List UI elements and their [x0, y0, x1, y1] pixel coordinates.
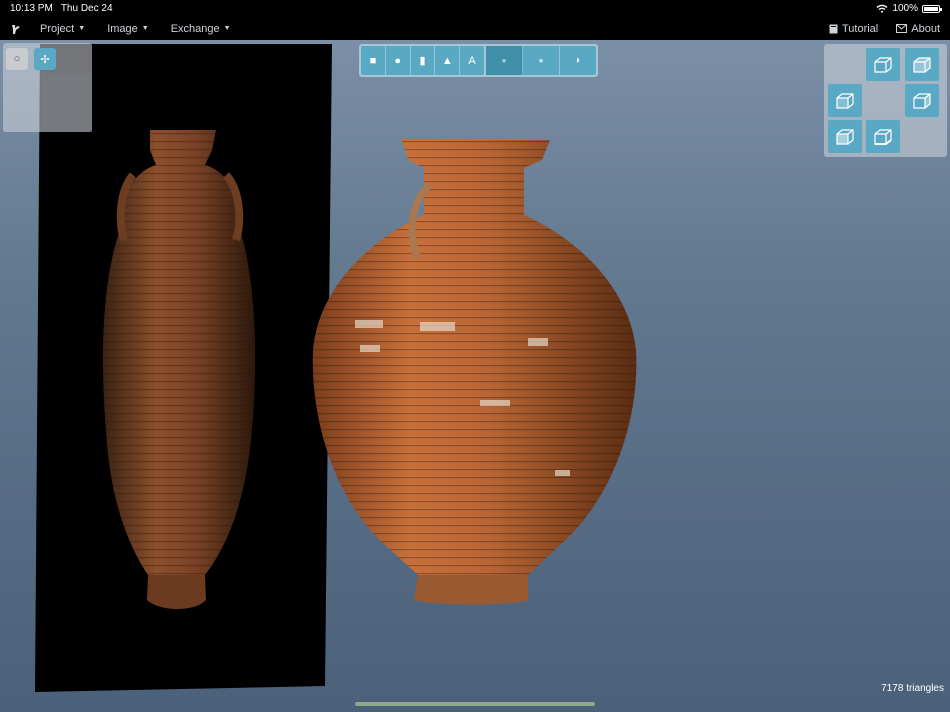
circle-tool-button[interactable]: ○ — [6, 48, 28, 70]
view-right-icon — [913, 92, 931, 109]
view-left-button[interactable] — [828, 84, 862, 117]
move-tool-button[interactable]: ✢ — [34, 48, 56, 70]
menu-image-label: Image — [107, 22, 138, 35]
smooth-shading-button[interactable]: ● — [523, 46, 560, 75]
battery-percent: 100% — [892, 3, 918, 14]
home-indicator[interactable] — [355, 702, 595, 706]
view-top-right-icon — [913, 56, 931, 73]
app-logo-icon[interactable] — [10, 23, 22, 35]
tutorial-link[interactable]: Tutorial — [829, 23, 878, 35]
view-top-right-button[interactable] — [905, 48, 939, 81]
battery-icon — [922, 4, 942, 13]
vase-model — [312, 140, 637, 605]
view-right-button[interactable] — [905, 84, 939, 117]
book-icon — [829, 24, 838, 33]
cone-button[interactable]: ▲ — [435, 46, 461, 75]
status-time: 10:13 PM — [10, 3, 53, 14]
menu-project-label: Project — [40, 22, 75, 35]
sphere-icon: ● — [394, 54, 402, 67]
view-top-button[interactable] — [866, 48, 900, 81]
cylinder-icon: ▮ — [419, 55, 426, 67]
status-date: Thu Dec 24 — [60, 3, 113, 14]
status-right: 100% — [876, 3, 942, 14]
chevron-down-icon: ▼ — [223, 25, 231, 32]
chevron-down-icon: ▼ — [78, 25, 86, 32]
tool-panel: ○ ✢ — [3, 43, 92, 132]
square-button[interactable]: ■ — [361, 46, 386, 75]
menu-exchange-label: Exchange — [170, 22, 220, 35]
image-plane — [35, 44, 332, 692]
menu-right: Tutorial About — [829, 23, 940, 35]
tool-panel-divider — [41, 73, 92, 132]
about-link[interactable]: About — [896, 23, 940, 35]
shading-group: ● ● ◗ — [486, 46, 596, 75]
text-icon: A — [468, 54, 476, 67]
text-button[interactable]: A — [460, 46, 484, 75]
shape-group: ■ ● ▮ ▲ A — [361, 46, 484, 75]
mail-icon — [896, 24, 908, 33]
shape-toolbar: ■ ● ▮ ▲ A ● ● ◗ — [359, 44, 598, 77]
status-bar: 10:13 PM Thu Dec 24 100% — [0, 0, 950, 17]
solid-shading-icon: ● — [501, 56, 507, 65]
view-panel — [824, 44, 947, 157]
amphora-model — [102, 130, 256, 609]
view-front-icon — [836, 128, 854, 145]
sphere-button[interactable]: ● — [386, 46, 411, 75]
smooth-shading-icon: ● — [538, 56, 544, 65]
view-left-icon — [836, 92, 854, 109]
half-shading-icon: ◗ — [574, 55, 582, 66]
view-bottom-icon — [874, 128, 892, 145]
square-icon: ■ — [369, 54, 377, 67]
menu-project[interactable]: Project ▼ — [40, 23, 85, 35]
view-top-icon — [874, 56, 892, 73]
triangle-count: 7178 triangles — [881, 683, 944, 694]
chevron-down-icon: ▼ — [141, 25, 149, 32]
wifi-icon — [876, 4, 888, 13]
circle-tool-icon: ○ — [13, 53, 21, 65]
cylinder-button[interactable]: ▮ — [411, 46, 436, 75]
tutorial-label: Tutorial — [841, 22, 879, 35]
menu-image[interactable]: Image ▼ — [107, 23, 149, 35]
view-bottom-button[interactable] — [866, 120, 900, 153]
menu-exchange[interactable]: Exchange ▼ — [171, 23, 231, 35]
view-front-button[interactable] — [828, 120, 862, 153]
about-label: About — [911, 22, 940, 35]
viewport-scene[interactable] — [0, 0, 950, 712]
cone-icon: ▲ — [441, 54, 453, 67]
solid-shading-button[interactable]: ● — [486, 46, 523, 75]
move-tool-icon: ✢ — [40, 53, 50, 66]
half-shading-button[interactable]: ◗ — [560, 46, 596, 75]
menu-bar: Project ▼ Image ▼ Exchange ▼ Tutorial Ab… — [0, 17, 950, 40]
